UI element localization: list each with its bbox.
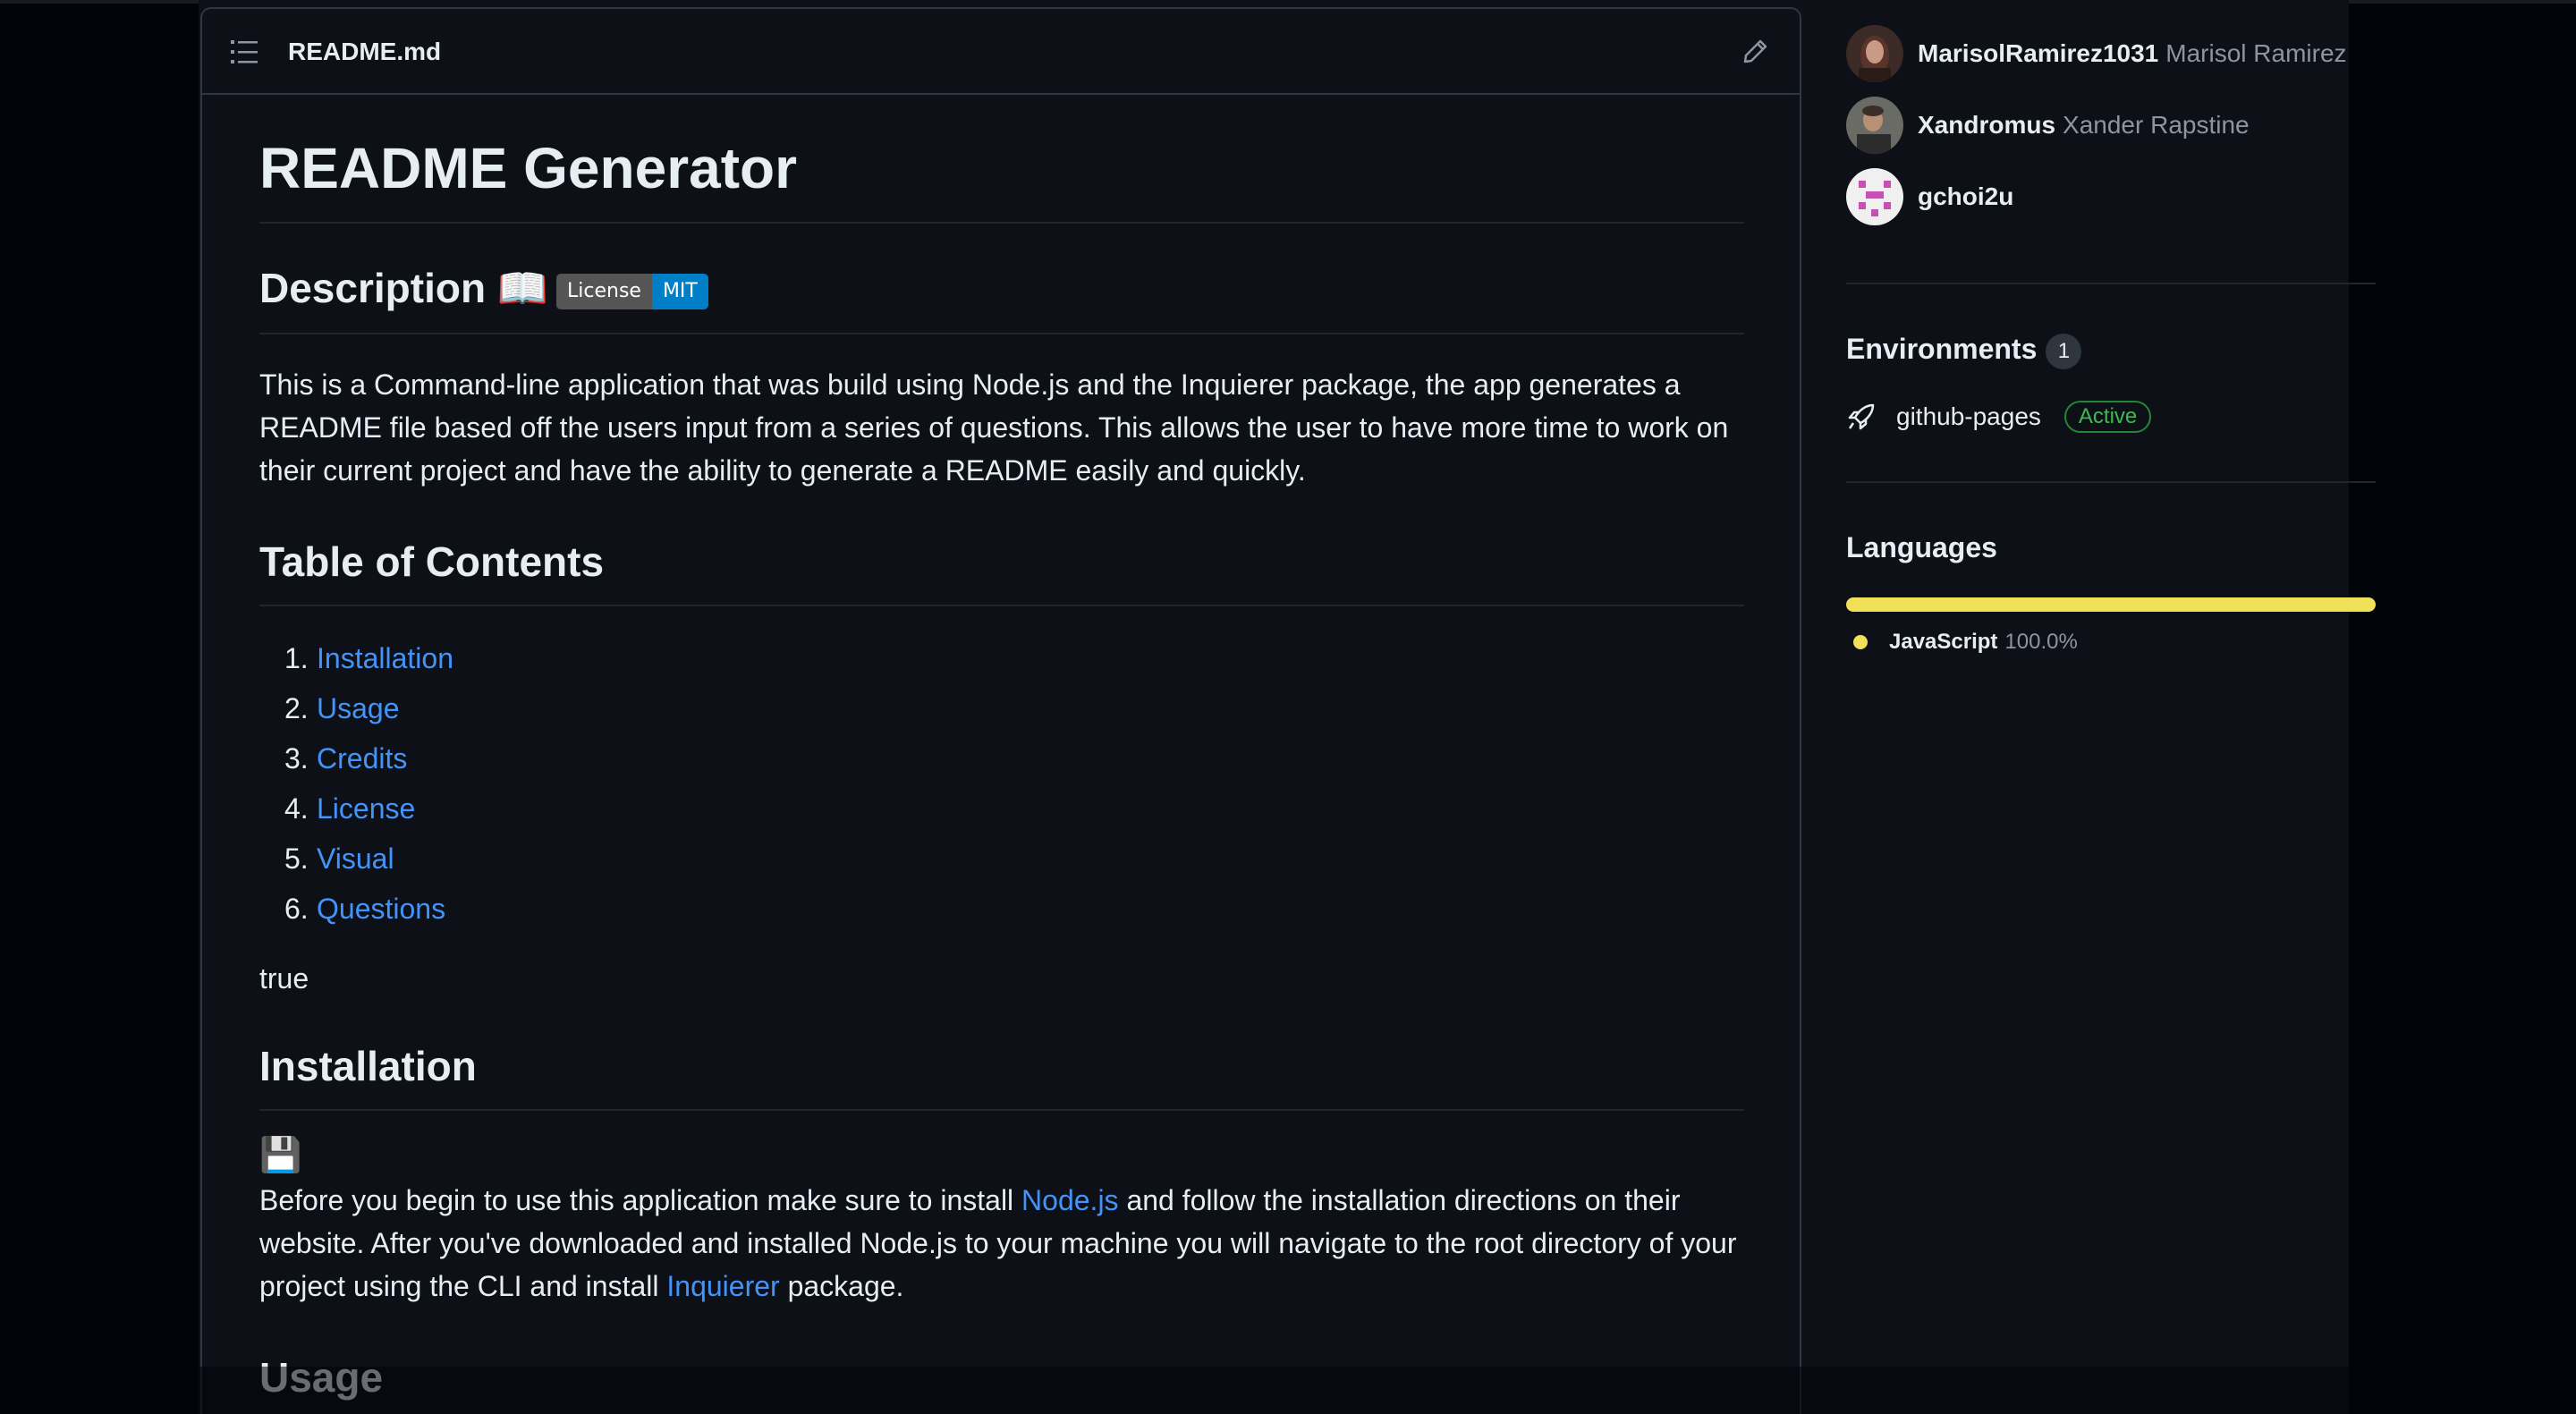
toc-number: 4.: [284, 792, 309, 825]
inquirer-link[interactable]: Inquierer: [666, 1270, 779, 1302]
installation-paragraph: Before you begin to use this application…: [259, 1179, 1744, 1308]
environment-status-badge: Active: [2063, 401, 2152, 433]
toc-link-usage[interactable]: Usage: [317, 692, 400, 724]
pencil-edit-icon[interactable]: [1741, 38, 1769, 66]
contributor-name: Xander Rapstine: [2063, 111, 2250, 139]
toc-link-credits[interactable]: Credits: [317, 742, 407, 775]
toc-link-installation[interactable]: Installation: [317, 642, 453, 674]
environment-row[interactable]: github-pages Active: [1846, 401, 2152, 433]
title-divider: [259, 222, 1744, 224]
installation-text: Before you begin to use this application…: [259, 1184, 1022, 1216]
environment-name[interactable]: github-pages: [1896, 402, 2041, 431]
readme-panel: README.md README Generator Description 📖…: [200, 7, 1801, 1414]
avatar[interactable]: [1846, 97, 1903, 154]
readme-title: README Generator: [259, 136, 797, 200]
language-bar-segment-javascript: [1846, 597, 2376, 612]
toc-item: 2. Usage: [284, 683, 453, 733]
contributor-login[interactable]: gchoi2u: [1918, 182, 2013, 211]
stray-text: true: [259, 962, 309, 995]
description-heading: Description 📖: [259, 265, 549, 311]
toc-number: 1.: [284, 642, 309, 674]
toc-link-license[interactable]: License: [317, 792, 415, 825]
toc-link-visual[interactable]: Visual: [317, 842, 394, 875]
contributor-row[interactable]: gchoi2u: [1846, 168, 2013, 225]
toc-number: 3.: [284, 742, 309, 775]
language-item[interactable]: JavaScript 100.0%: [1853, 630, 2078, 655]
toc-number: 6.: [284, 893, 309, 925]
toc-divider: [259, 605, 1744, 606]
readme-filename[interactable]: README.md: [288, 38, 441, 66]
readme-header: README.md: [202, 9, 1800, 95]
toc-heading: Table of Contents: [259, 538, 605, 585]
language-percent: 100.0%: [2004, 630, 2078, 654]
rocket-icon: [1848, 403, 1875, 430]
toc-item: 3. Credits: [284, 733, 453, 783]
license-badge[interactable]: License MIT: [556, 274, 708, 309]
environments-count-badge: 1: [2046, 333, 2082, 369]
sidebar-divider: [1846, 481, 2376, 483]
contributor-row[interactable]: MarisolRamirez1031 Marisol Ramirez: [1846, 25, 2347, 82]
avatar[interactable]: [1846, 168, 1903, 225]
language-name: JavaScript: [1889, 630, 1998, 654]
description-paragraph: This is a Command-line application that …: [259, 368, 1729, 487]
contributor-login[interactable]: MarisolRamirez1031: [1918, 39, 2158, 68]
screen: README.md README Generator Description 📖…: [0, 0, 2576, 1414]
installation-divider: [259, 1109, 1744, 1111]
toc-link-questions[interactable]: Questions: [317, 893, 445, 925]
environments-heading[interactable]: Environments 1: [1846, 333, 2082, 369]
contributor-row[interactable]: Xandromus Xander Rapstine: [1846, 97, 2250, 154]
floppy-disk-icon: 💾: [259, 1137, 302, 1174]
contributor-login[interactable]: Xandromus: [1918, 111, 2055, 140]
description-divider: [259, 333, 1744, 334]
toc-item: 5. Visual: [284, 834, 453, 884]
toc-list: 1. Installation 2. Usage 3. Credits 4. Licen…: [284, 633, 453, 934]
avatar-photo-icon: [1846, 97, 1903, 154]
language-bar: [1846, 597, 2376, 612]
toc-item: 6. Questions: [284, 884, 453, 934]
languages-heading: Languages: [1846, 531, 1997, 563]
badge-value: MIT: [651, 274, 708, 309]
sidebar-divider: [1846, 283, 2376, 284]
toc-number: 5.: [284, 842, 309, 875]
contributor-name: Marisol Ramirez: [2165, 39, 2347, 67]
installation-heading: Installation: [259, 1043, 477, 1089]
bottom-overlay: [0, 1367, 2576, 1414]
toc-item: 4. License: [284, 783, 453, 834]
environments-heading-label: Environments: [1846, 333, 2038, 365]
toc-number: 2.: [284, 692, 309, 724]
nodejs-link[interactable]: Node.js: [1021, 1184, 1119, 1216]
identicon-icon: [1846, 168, 1903, 225]
badge-label: License: [556, 274, 652, 309]
avatar[interactable]: [1846, 25, 1903, 82]
installation-text: package.: [779, 1270, 904, 1302]
avatar-photo-icon: [1846, 25, 1903, 82]
outline-list-icon[interactable]: [231, 39, 258, 64]
language-color-dot: [1853, 635, 1868, 649]
toc-item: 1. Installation: [284, 633, 453, 683]
